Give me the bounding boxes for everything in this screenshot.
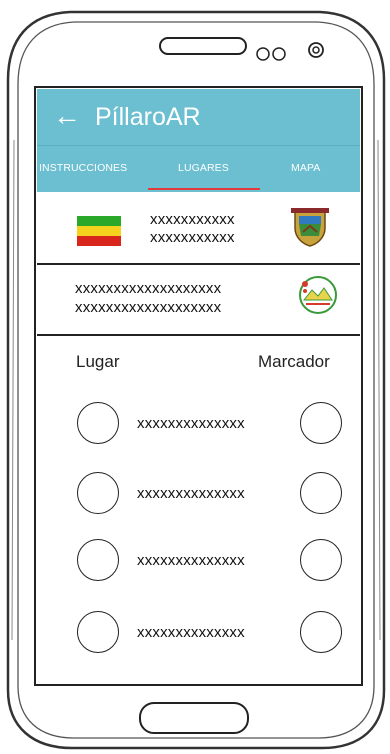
list-item[interactable]: xxxxxxxxxxxxxx xyxy=(37,402,360,446)
card2-line1: xxxxxxxxxxxxxxxxxxx xyxy=(75,280,222,297)
place-image-placeholder[interactable] xyxy=(77,611,119,653)
marker-image-placeholder[interactable] xyxy=(300,539,342,581)
tab-bar: INSTRUCCIONES LUGARES MAPA xyxy=(37,145,360,193)
card2-line2: xxxxxxxxxxxxxxxxxxx xyxy=(75,299,222,316)
marker-image-placeholder[interactable] xyxy=(300,472,342,514)
list-item-text: xxxxxxxxxxxxxx xyxy=(137,552,245,569)
list-item[interactable]: xxxxxxxxxxxxxx xyxy=(37,611,360,655)
app-bar: ← PíllaroAR xyxy=(37,89,360,145)
list-item[interactable]: xxxxxxxxxxxxxx xyxy=(37,539,360,583)
list-item-text: xxxxxxxxxxxxxx xyxy=(137,624,245,641)
marker-image-placeholder[interactable] xyxy=(300,611,342,653)
back-arrow-icon[interactable]: ← xyxy=(53,100,81,132)
list-item[interactable]: xxxxxxxxxxxxxx xyxy=(37,472,360,516)
tab-instrucciones[interactable]: INSTRUCCIONES xyxy=(39,162,127,174)
app-screen: ← PíllaroAR INSTRUCCIONES LUGARES MAPA x… xyxy=(37,89,360,683)
list-item-text: xxxxxxxxxxxxxx xyxy=(137,415,245,432)
list-item-text: xxxxxxxxxxxxxx xyxy=(137,485,245,502)
tricolor-flag-icon xyxy=(77,216,121,246)
info-card-1[interactable]: xxxxxxxxxxx xxxxxxxxxxx xyxy=(37,192,360,263)
tab-mapa[interactable]: MAPA xyxy=(291,162,320,174)
tab-lugares[interactable]: LUGARES xyxy=(178,162,229,174)
card-divider-2 xyxy=(37,334,360,336)
column-header-lugar: Lugar xyxy=(76,352,120,371)
card1-line2: xxxxxxxxxxx xyxy=(150,229,235,246)
marker-image-placeholder[interactable] xyxy=(300,402,342,444)
municipal-seal-icon xyxy=(299,276,337,314)
column-header-marcador: Marcador xyxy=(258,352,330,371)
place-image-placeholder[interactable] xyxy=(77,402,119,444)
active-tab-indicator xyxy=(148,188,260,190)
place-image-placeholder[interactable] xyxy=(77,539,119,581)
card1-line1: xxxxxxxxxxx xyxy=(150,211,235,228)
info-card-2[interactable]: xxxxxxxxxxxxxxxxxxx xxxxxxxxxxxxxxxxxxx xyxy=(37,265,360,334)
place-image-placeholder[interactable] xyxy=(77,472,119,514)
coat-of-arms-icon xyxy=(291,208,329,247)
app-title: PíllaroAR xyxy=(95,103,201,131)
